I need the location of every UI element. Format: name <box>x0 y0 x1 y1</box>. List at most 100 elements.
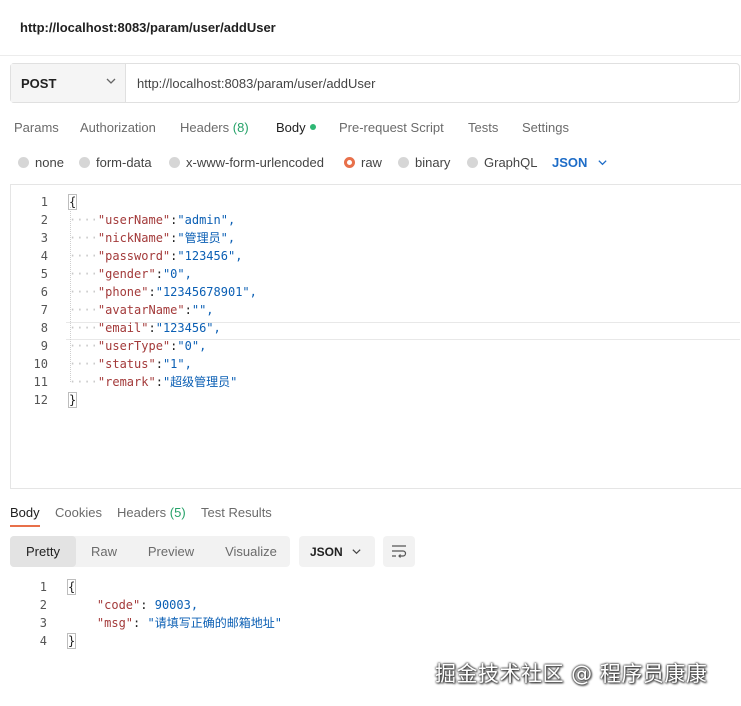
chevron-down-icon <box>598 160 607 166</box>
tab-label: Body <box>10 505 40 520</box>
body-type-radios: none form-data x-www-form-urlencoded raw… <box>0 150 741 176</box>
view-pretty-button[interactable]: Pretty <box>10 536 76 567</box>
wrap-lines-button[interactable] <box>383 536 415 567</box>
radio-circle <box>18 157 29 168</box>
tab-authorization[interactable]: Authorization <box>80 120 156 135</box>
radio-label: x-www-form-urlencoded <box>186 155 324 170</box>
method-select[interactable]: POST <box>11 64 126 102</box>
colon: : <box>148 321 156 335</box>
json-key: "remark" <box>97 375 156 389</box>
json-key: "email" <box>97 321 149 335</box>
line-number: 2 <box>40 213 48 227</box>
code-text: } <box>66 632 77 650</box>
headers-count: (8) <box>232 120 249 135</box>
response-tab-test-results[interactable]: Test Results <box>201 505 272 520</box>
line-number: 1 <box>40 195 48 209</box>
json-key: "status" <box>97 357 156 371</box>
json-value: "请填写正确的邮箱地址" <box>140 616 282 630</box>
tab-tests[interactable]: Tests <box>468 120 498 135</box>
line-number: 10 <box>33 357 48 371</box>
json-value: "0", <box>162 267 192 281</box>
radio-binary[interactable]: binary <box>398 155 450 170</box>
response-tab-headers[interactable]: Headers (5) <box>117 505 186 520</box>
response-tab-body[interactable]: Body <box>10 505 40 527</box>
request-body-line: 4 ····"password":"123456", <box>11 247 731 265</box>
indent: ···· <box>69 213 98 227</box>
request-body-line: 10 ····"status":"1", <box>11 355 731 373</box>
radio-x-www-form-urlencoded[interactable]: x-www-form-urlencoded <box>169 155 324 170</box>
request-tabs: Params Authorization Headers (8) Body Pr… <box>0 112 741 142</box>
request-body-line: 2 ····"userName":"admin", <box>11 211 731 229</box>
response-format-select[interactable]: JSON <box>299 536 375 567</box>
request-body-line: 7 ····"avatarName":"", <box>11 301 731 319</box>
json-value: "123456", <box>155 321 221 335</box>
view-mode-toggle: Pretty Raw Preview Visualize <box>10 536 290 567</box>
response-format-label: JSON <box>310 545 343 559</box>
line-number: 4 <box>40 249 48 263</box>
chevron-down-icon <box>106 78 116 84</box>
radio-raw[interactable]: raw <box>344 155 382 170</box>
request-body-line: 9 ····"userType":"0", <box>11 337 731 355</box>
line-number: 8 <box>40 321 48 335</box>
line-number: 7 <box>40 303 48 317</box>
tab-label: Headers <box>180 120 230 135</box>
brace: } <box>66 633 77 649</box>
indent: ···· <box>69 285 98 299</box>
request-body-line: 3 ····"nickName":"管理员", <box>11 229 731 247</box>
response-tab-cookies[interactable]: Cookies <box>55 505 102 520</box>
brace: } <box>67 392 78 408</box>
tab-body[interactable]: Body <box>276 120 316 135</box>
radio-graphql[interactable]: GraphQL <box>467 155 537 170</box>
colon: : <box>148 285 156 299</box>
indent: ···· <box>69 339 98 353</box>
url-bar: POST http://localhost:8083/param/user/ad… <box>10 63 740 103</box>
json-key: "nickName" <box>97 231 171 245</box>
tab-label: Params <box>14 120 59 135</box>
response-body-viewer[interactable]: 1{2 "code": 90003, 3 "msg": "请填写正确的邮箱地址" 4… <box>10 578 730 658</box>
tab-headers[interactable]: Headers (8) <box>180 120 249 135</box>
brace: { <box>67 194 78 210</box>
json-value: "123456", <box>177 249 243 263</box>
tab-params[interactable]: Params <box>14 120 59 135</box>
json-value: 90003, <box>147 598 199 612</box>
indent: ···· <box>69 357 98 371</box>
json-value: "12345678901", <box>155 285 257 299</box>
view-raw-button[interactable]: Raw <box>84 536 124 567</box>
line-number: 2 <box>39 598 47 612</box>
json-key: "gender" <box>97 267 156 281</box>
indent: ···· <box>69 321 98 335</box>
radio-label: raw <box>361 155 382 170</box>
code-text: ····"remark":"超级管理员" <box>69 373 237 391</box>
radio-label: binary <box>415 155 451 170</box>
radio-none[interactable]: none <box>18 155 64 170</box>
radio-circle <box>398 157 409 168</box>
response-body-line: 4} <box>10 632 730 650</box>
url-input[interactable]: http://localhost:8083/param/user/addUser <box>137 76 375 91</box>
brace: { <box>66 579 77 595</box>
watermark-text: 掘金技术社区 @ 程序员康康 <box>435 662 708 686</box>
raw-format-select[interactable]: JSON <box>552 155 607 170</box>
view-preview-button[interactable]: Preview <box>140 536 202 567</box>
body-active-dot <box>309 124 316 130</box>
radio-circle <box>467 157 478 168</box>
indent: ···· <box>69 375 98 389</box>
line-number: 1 <box>39 580 47 594</box>
tab-settings[interactable]: Settings <box>522 120 569 135</box>
view-visualize-button[interactable]: Visualize <box>218 536 284 567</box>
code-text: } <box>67 391 78 409</box>
json-key: "code" <box>96 598 141 612</box>
radio-label: none <box>35 155 64 170</box>
request-body-editor[interactable]: 1{2 ····"userName":"admin", 3 ····"nickName… <box>10 184 741 489</box>
radio-form-data[interactable]: form-data <box>79 155 152 170</box>
json-key: "avatarName" <box>97 303 185 317</box>
request-body-line: 5 ····"gender":"0", <box>11 265 731 283</box>
indent: ···· <box>69 231 98 245</box>
tab-pre-request-script[interactable]: Pre-request Script <box>339 120 444 135</box>
json-value: "0", <box>177 339 207 353</box>
radio-circle <box>169 157 180 168</box>
json-key: "userType" <box>97 339 171 353</box>
code-text: "code": 90003, <box>68 596 198 614</box>
code-text: ····"gender":"0", <box>69 265 192 283</box>
request-title: http://localhost:8083/param/user/addUser <box>20 20 276 35</box>
code-text: ····"userType":"0", <box>69 337 206 355</box>
